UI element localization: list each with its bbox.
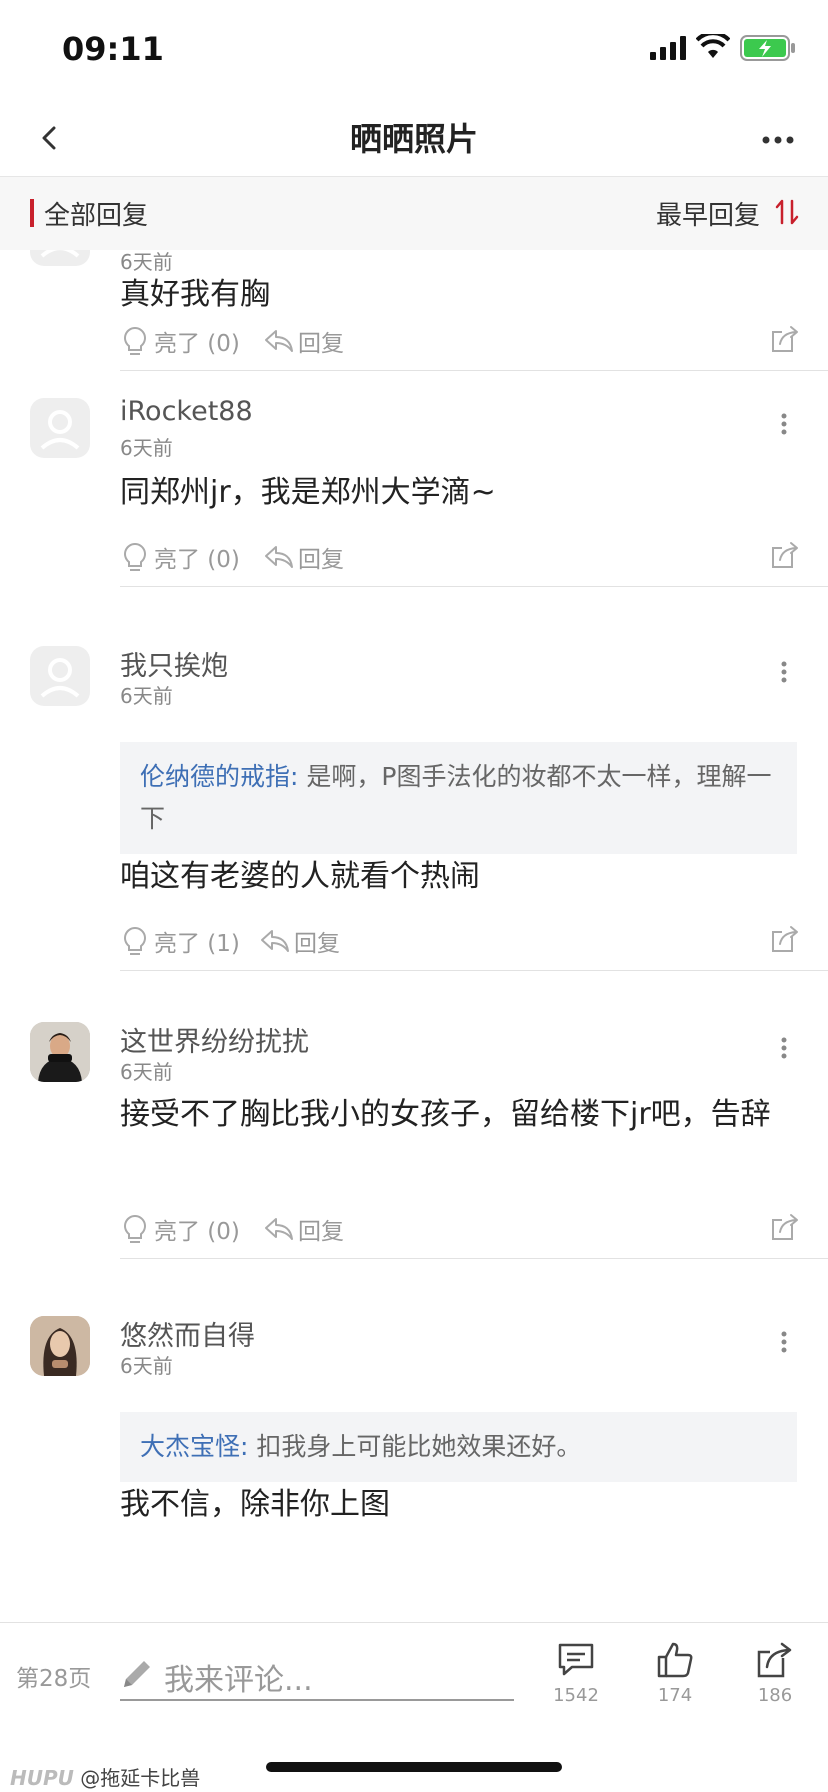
light-count: 亮了 (0)	[154, 1219, 240, 1245]
bottom-action-bar: 第28页 我来评论... 1542 174 186	[0, 1622, 828, 1722]
reply-content: 真好我有胸	[120, 277, 270, 312]
lightbulb-icon	[124, 1214, 146, 1243]
page-indicator[interactable]: 第28页	[16, 1659, 91, 1693]
comment-placeholder: 我来评论...	[164, 1663, 313, 1698]
reply-time: 6天前	[120, 436, 173, 460]
username[interactable]: 我只挨炮	[120, 644, 228, 683]
reply-icon	[265, 330, 293, 352]
pencil-icon	[120, 1657, 154, 1695]
lightbulb-icon	[124, 926, 146, 955]
share-icon[interactable]	[770, 924, 800, 958]
light-button[interactable]: 亮了 (0)	[120, 540, 240, 574]
light-button[interactable]: 亮了 (0)	[120, 1212, 240, 1246]
reply-button[interactable]: 回复	[260, 924, 340, 958]
shares-count: 186	[757, 1685, 793, 1706]
reply-icon	[265, 546, 293, 568]
reply-time: 6天前	[120, 684, 173, 708]
lightbulb-icon	[124, 542, 146, 571]
divider	[120, 970, 828, 971]
battery-icon	[740, 35, 796, 65]
quote-author[interactable]: 伦纳德的戒指:	[140, 762, 298, 791]
sort-icon[interactable]	[774, 197, 800, 231]
reply-button[interactable]: 回复	[264, 324, 344, 358]
reply-icon	[265, 1218, 293, 1240]
reply-icon	[261, 930, 289, 952]
reply-time: 6天前	[120, 1354, 173, 1378]
reply-content: 同郑州jr，我是郑州大学滴~	[120, 475, 496, 510]
share-icon[interactable]	[770, 1212, 800, 1246]
home-indicator[interactable]	[266, 1762, 562, 1772]
share-post-button[interactable]: 186	[745, 1641, 805, 1706]
avatar[interactable]	[30, 646, 90, 706]
reply-actions: 亮了 (0) 回复	[120, 540, 800, 580]
light-button[interactable]: 亮了 (0)	[120, 324, 240, 358]
thumbs-up-icon	[657, 1642, 693, 1678]
username[interactable]: 悠然而自得	[120, 1314, 255, 1353]
light-count: 亮了 (0)	[154, 547, 240, 573]
light-count: 亮了 (0)	[154, 331, 240, 357]
reply-actions: 亮了 (0) 回复	[120, 1212, 800, 1252]
username[interactable]: iRocket88	[120, 396, 253, 427]
comments-button[interactable]: 1542	[546, 1641, 606, 1706]
reply-filter-bar: 全部回复 最早回复	[0, 176, 828, 250]
reply-label: 回复	[294, 931, 340, 957]
lightbulb-icon	[124, 326, 146, 355]
reply-actions: 亮了 (0) 回复	[120, 324, 800, 364]
light-button[interactable]: 亮了 (1)	[120, 924, 240, 958]
divider	[120, 586, 828, 587]
watermark-user: @拖延卡比兽	[80, 1766, 201, 1790]
all-replies-label: 全部回复	[44, 201, 149, 231]
wifi-icon	[695, 31, 731, 64]
sort-order-button[interactable]: 最早回复	[656, 195, 760, 232]
kebab-menu-icon[interactable]	[772, 1324, 796, 1364]
avatar[interactable]	[30, 1022, 90, 1082]
reply-time: 6天前	[120, 1060, 173, 1084]
like-button[interactable]: 174	[645, 1641, 705, 1706]
watermark-brand: HUPU	[10, 1766, 74, 1790]
reply-button[interactable]: 回复	[264, 540, 344, 574]
reply-content: 咱这有老婆的人就看个热闹	[120, 859, 480, 894]
watermark: HUPU @拖延卡比兽	[10, 1762, 200, 1791]
quoted-reply[interactable]: 大杰宝怪: 扣我身上可能比她效果还好。	[120, 1412, 797, 1482]
comment-input[interactable]: 我来评论...	[120, 1647, 514, 1701]
avatar[interactable]	[30, 1316, 90, 1376]
kebab-menu-icon[interactable]	[772, 1030, 796, 1070]
avatar[interactable]	[30, 250, 90, 266]
reply-button[interactable]: 回复	[264, 1212, 344, 1246]
reply-content: 我不信，除非你上图	[120, 1487, 390, 1522]
more-options-icon[interactable]	[756, 120, 800, 160]
quote-text: 扣我身上可能比她效果还好。	[248, 1432, 582, 1461]
light-count: 亮了 (1)	[154, 931, 240, 957]
reply-label: 回复	[298, 331, 344, 357]
section-marker	[30, 199, 34, 227]
signal-icon	[650, 36, 688, 64]
share-icon[interactable]	[770, 540, 800, 574]
kebab-menu-icon[interactable]	[772, 406, 796, 446]
reply-feed: 6天前 真好我有胸 亮了 (0) 回复 iRocket88 6天前 同郑州jr，	[0, 250, 828, 1622]
status-bar: 09:11	[0, 0, 828, 100]
avatar[interactable]	[30, 398, 90, 458]
share-icon[interactable]	[770, 324, 800, 358]
nav-bar: 晒晒照片	[0, 100, 828, 176]
reply-label: 回复	[298, 1219, 344, 1245]
quote-author[interactable]: 大杰宝怪:	[140, 1432, 248, 1461]
reply-content: 接受不了胸比我小的女孩子，留给楼下jr吧，告辞	[120, 1097, 771, 1132]
comments-count: 1542	[553, 1685, 599, 1706]
quoted-reply[interactable]: 伦纳德的戒指: 是啊，P图手法化的妆都不太一样，理解一下	[120, 742, 797, 854]
page-title: 晒晒照片	[349, 120, 478, 158]
status-time: 09:11	[62, 30, 164, 68]
likes-count: 174	[657, 1685, 693, 1706]
username[interactable]: 这世界纷纷扰扰	[120, 1020, 309, 1059]
reply-actions: 亮了 (1) 回复	[120, 924, 800, 964]
share-icon	[757, 1642, 792, 1678]
divider	[120, 1258, 828, 1259]
kebab-menu-icon[interactable]	[772, 654, 796, 694]
comment-icon	[558, 1643, 594, 1676]
reply-label: 回复	[298, 547, 344, 573]
divider	[120, 370, 828, 371]
